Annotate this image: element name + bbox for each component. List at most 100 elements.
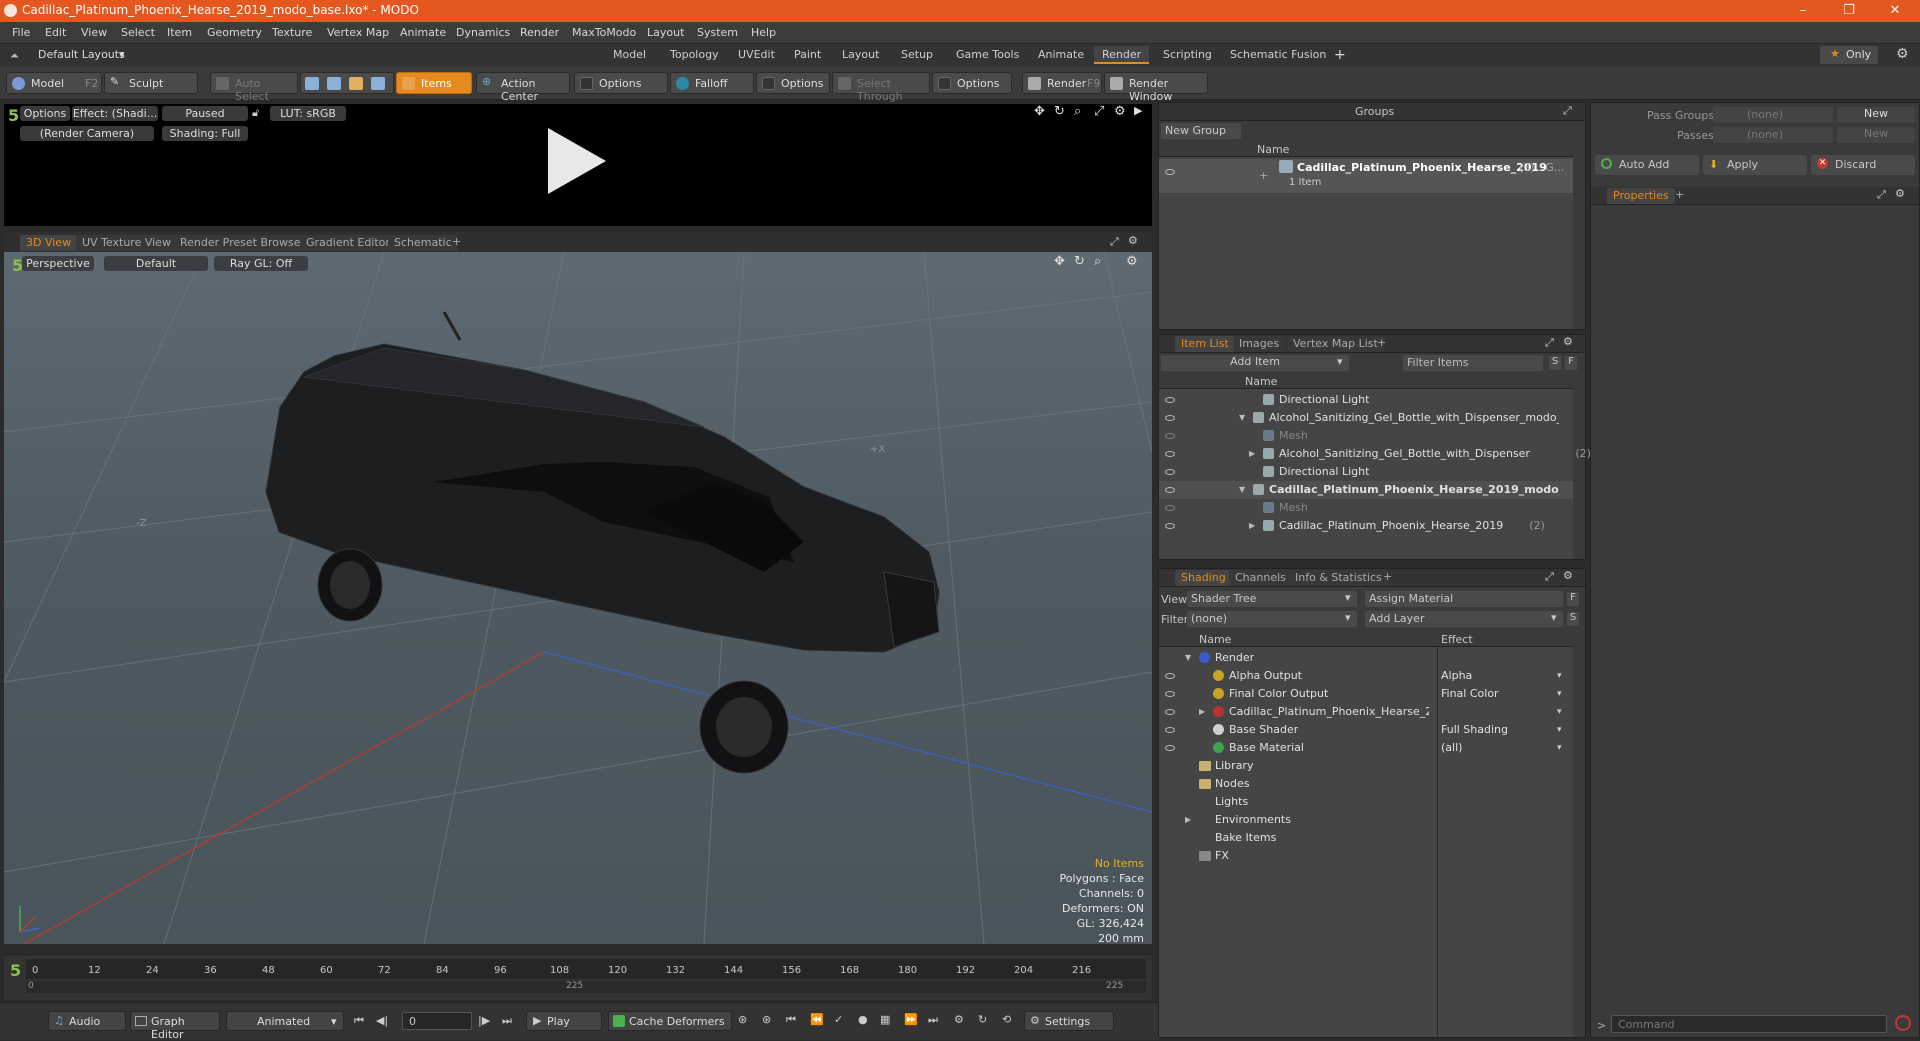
menu-geometry[interactable]: Geometry bbox=[207, 26, 262, 39]
tab-model[interactable]: Model bbox=[605, 46, 654, 64]
chevron-down-icon[interactable]: ▾ bbox=[1557, 721, 1562, 739]
tab-info-statistics[interactable]: Info & Statistics bbox=[1289, 570, 1388, 586]
skip-end-icon[interactable]: ⏭ bbox=[502, 1014, 512, 1028]
auto-add-button[interactable]: Auto Add bbox=[1595, 155, 1699, 175]
eye-icon[interactable] bbox=[1165, 415, 1175, 421]
gear-icon[interactable]: ⚙ bbox=[1563, 335, 1573, 348]
falloff-button[interactable]: Falloff bbox=[670, 72, 754, 94]
menu-dynamics[interactable]: Dynamics bbox=[456, 26, 510, 39]
menu-vertex-map[interactable]: Vertex Map bbox=[327, 26, 389, 39]
effect-dropdown[interactable]: Final Color bbox=[1441, 685, 1551, 703]
group-row[interactable]: + Cadillac_Platinum_Phoenix_Hearse_2019 … bbox=[1159, 159, 1573, 193]
maximize-icon[interactable]: ⤢ bbox=[1877, 188, 1886, 202]
plus-icon[interactable]: + bbox=[1259, 169, 1268, 182]
play-button[interactable]: ▶ Play bbox=[526, 1011, 602, 1031]
select-options-button[interactable]: Options bbox=[932, 72, 1012, 94]
falloff-options-button[interactable]: Options bbox=[756, 72, 830, 94]
3d-viewport[interactable]: 5 Perspective Default Ray GL: Off ✥ ↻ ⌕ … bbox=[4, 252, 1152, 944]
range-bar[interactable]: 0 225 225 bbox=[26, 981, 1146, 993]
add-layout-tab-button[interactable]: + bbox=[1334, 47, 1346, 63]
tab-images[interactable]: Images bbox=[1233, 336, 1286, 352]
maximize-icon[interactable]: ⤢ bbox=[1545, 570, 1554, 584]
minimize-button[interactable]: – bbox=[1780, 0, 1826, 22]
shader-tree-row[interactable]: Lights bbox=[1159, 793, 1573, 811]
move-icon[interactable]: ✥ bbox=[1054, 254, 1065, 269]
menu-animate[interactable]: Animate bbox=[400, 26, 446, 39]
next-frame-icon[interactable]: ⏩ bbox=[904, 1013, 918, 1026]
play-icon[interactable] bbox=[544, 126, 610, 196]
pass-groups-dropdown[interactable]: (none) bbox=[1713, 107, 1833, 123]
passes-dropdown[interactable]: (none) bbox=[1713, 127, 1833, 143]
prev-frame-icon[interactable]: ⏪ bbox=[810, 1013, 824, 1026]
search-options-button[interactable]: S bbox=[1549, 356, 1561, 370]
eye-icon[interactable] bbox=[1165, 709, 1175, 715]
shader-tree-row[interactable]: Bake Items bbox=[1159, 829, 1573, 847]
gear-icon[interactable]: ⚙ bbox=[1896, 46, 1909, 62]
item-list-row[interactable]: Mesh bbox=[1159, 499, 1573, 517]
model-mode-button[interactable]: Model F2 bbox=[6, 72, 102, 94]
add-viewport-tab-button[interactable]: + bbox=[452, 235, 461, 248]
maximize-icon[interactable]: ⤢ bbox=[1110, 235, 1119, 249]
item-list-row[interactable]: Directional Light bbox=[1159, 463, 1573, 481]
new-pass-button[interactable]: New bbox=[1837, 127, 1915, 143]
close-button[interactable]: ✕ bbox=[1872, 0, 1918, 22]
layout-collapse-icon[interactable]: ⏶ bbox=[10, 49, 19, 63]
step-back-icon[interactable]: ◀| bbox=[376, 1014, 388, 1027]
tab-render[interactable]: Render bbox=[1094, 46, 1150, 64]
eye-icon[interactable] bbox=[1165, 691, 1175, 697]
key-icon[interactable]: ⊛ bbox=[738, 1013, 747, 1026]
gear-icon[interactable]: ⚙ bbox=[1563, 569, 1573, 582]
animated-dropdown[interactable]: Animated ▾ bbox=[226, 1011, 344, 1031]
maximize-icon[interactable]: ⤢ bbox=[1563, 104, 1572, 118]
settings-button[interactable]: ⚙ Settings bbox=[1024, 1011, 1114, 1031]
tab-topology[interactable]: Topology bbox=[662, 46, 727, 64]
sync-icon[interactable]: ⟲ bbox=[1002, 1013, 1011, 1026]
eye-icon[interactable] bbox=[1165, 727, 1175, 733]
style-dropdown[interactable]: Default bbox=[104, 256, 208, 271]
shader-tree-row[interactable]: Base Material (all) ▾ bbox=[1159, 739, 1573, 757]
tab-gradient-editor[interactable]: Gradient Editor bbox=[300, 235, 396, 251]
tab-3d-view[interactable]: 3D View bbox=[20, 235, 78, 251]
materials-mode-icon[interactable] bbox=[371, 77, 385, 90]
chevron-down-icon[interactable]: ▾ bbox=[1557, 703, 1562, 721]
key-auto-icon[interactable]: ⊛ bbox=[762, 1013, 771, 1026]
shader-tree-row[interactable]: Base Shader Full Shading ▾ bbox=[1159, 721, 1573, 739]
shader-tree-row[interactable]: Alpha Output Alpha ▾ bbox=[1159, 667, 1573, 685]
command-input[interactable]: Command bbox=[1611, 1015, 1887, 1033]
only-toggle[interactable]: ★ Only bbox=[1820, 46, 1878, 64]
menu-render[interactable]: Render bbox=[520, 26, 559, 39]
lock-icon[interactable]: 🔓︎ bbox=[252, 106, 259, 120]
new-pass-group-button[interactable]: New bbox=[1837, 107, 1915, 123]
key-toggle-icon[interactable]: ✓ bbox=[834, 1013, 843, 1026]
shader-tree-row[interactable]: Library bbox=[1159, 757, 1573, 775]
effect-dropdown[interactable]: Effect: (Shadi... bbox=[72, 106, 158, 121]
layout-selector[interactable]: Default Layouts bbox=[38, 48, 125, 61]
menu-view[interactable]: View bbox=[81, 26, 107, 39]
view-dropdown[interactable]: Shader Tree ▾ bbox=[1187, 591, 1357, 607]
loop-icon[interactable]: ↻ bbox=[978, 1013, 987, 1026]
perspective-dropdown[interactable]: Perspective bbox=[22, 256, 94, 271]
expand-right-icon[interactable]: ▶ bbox=[1199, 703, 1205, 721]
tab-scripting[interactable]: Scripting bbox=[1155, 46, 1220, 64]
filter-dropdown[interactable]: (none) ▾ bbox=[1187, 611, 1357, 627]
rotate-icon[interactable]: ↻ bbox=[1054, 104, 1065, 119]
eye-icon[interactable] bbox=[1165, 487, 1175, 493]
key-filter-icon[interactable]: ▦ bbox=[880, 1013, 890, 1026]
maximize-icon[interactable]: ⤢ bbox=[1094, 104, 1104, 119]
eye-icon[interactable] bbox=[1165, 505, 1175, 511]
sculpt-mode-button[interactable]: ✎ Sculpt bbox=[104, 72, 198, 94]
chevron-down-icon[interactable]: ▾ bbox=[1557, 667, 1562, 685]
expand-right-icon[interactable]: ▶ bbox=[1249, 445, 1255, 463]
tab-uvedit[interactable]: UVEdit bbox=[730, 46, 783, 64]
add-tab-button[interactable]: + bbox=[1383, 570, 1392, 583]
effect-dropdown[interactable]: Alpha bbox=[1441, 667, 1551, 685]
edges-mode-icon[interactable] bbox=[327, 77, 341, 90]
f-button[interactable]: F bbox=[1567, 592, 1579, 606]
eye-icon[interactable] bbox=[1165, 523, 1175, 529]
hearse-model[interactable] bbox=[265, 311, 940, 774]
render-window-button[interactable]: Render Window bbox=[1104, 72, 1208, 103]
tab-game-tools[interactable]: Game Tools bbox=[948, 46, 1027, 64]
s-button[interactable]: S bbox=[1567, 612, 1579, 626]
menu-select[interactable]: Select bbox=[121, 26, 155, 39]
item-list-row[interactable]: Directional Light bbox=[1159, 391, 1573, 409]
